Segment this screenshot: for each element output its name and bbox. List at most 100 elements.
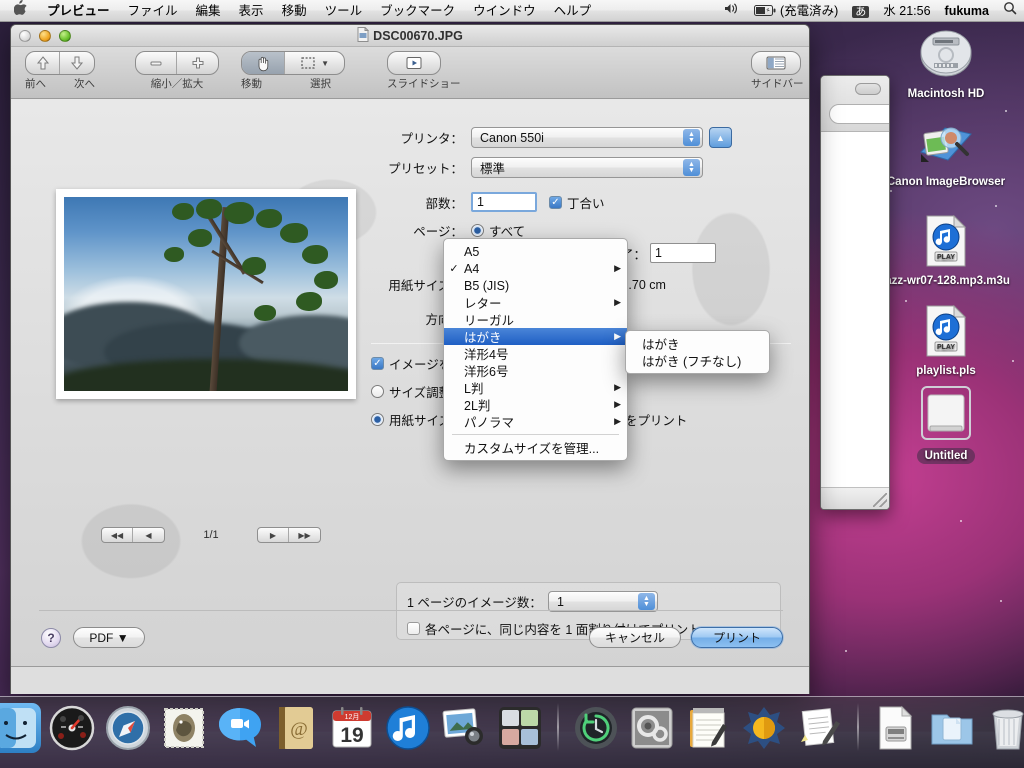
dock-item-spaces[interactable] [495,703,545,753]
apple-menu[interactable] [0,0,38,22]
desktop-icon-jazz-playlist[interactable]: PLAY jazz-wr07-128.mp3.m3u [882,215,1010,288]
nav-next-last[interactable]: ▶ ▶▶ [257,527,321,543]
menu-item-b5-jis[interactable]: B5 (JIS) [444,277,627,294]
desktop-icon-macintosh-hd[interactable]: Macintosh HD [882,30,1010,101]
background-finder-window[interactable] [820,75,890,510]
dock-item-mail[interactable] [159,703,209,753]
dock-item-safari[interactable] [103,703,153,753]
minimize-button[interactable] [39,30,51,42]
battery-icon[interactable]: (充電済み) [747,0,845,22]
menu-item-a4[interactable]: ✓ A4 ▶ [444,260,627,277]
menu-item-a5[interactable]: A5 [444,243,627,260]
dock-item-ichat[interactable] [215,703,265,753]
arrow-down-icon[interactable] [60,52,94,74]
input-method-indicator[interactable]: あ [845,0,876,22]
toolbar-toggle-button[interactable] [855,83,881,95]
desktop-icon-playlist-pls[interactable]: PLAY playlist.pls [882,305,1010,378]
pages-to-input[interactable]: 1 [650,243,716,263]
play-icon[interactable] [388,52,440,74]
menu-item-yogata4[interactable]: 洋形4号 [444,345,627,362]
search-input[interactable] [829,104,890,124]
submenu-item-hagaki-borderless[interactable]: はがき (フチなし) [626,352,769,369]
plus-icon[interactable] [177,52,218,74]
menu-item-manage-custom-sizes[interactable]: カスタムサイズを管理... [444,439,627,456]
menu-tools[interactable]: ツール [316,0,372,22]
previous-page-button[interactable]: ◀ [133,528,164,542]
menu-go[interactable]: 移動 [273,0,316,22]
collate-checkbox[interactable]: ✓ 丁合い [549,193,605,212]
volume-icon[interactable] [717,0,747,22]
preview-page-nav[interactable]: ◀◀ ◀ 1/1 ▶ ▶▶ [101,527,321,543]
arrow-up-icon[interactable] [26,52,60,74]
menu-edit[interactable]: 編集 [187,0,230,22]
toolbar-sidebar[interactable]: サイドバー [751,51,804,91]
dock-item-finder[interactable] [0,703,41,753]
menu-item-legal[interactable]: リーガル [444,311,627,328]
dock-item-system-preferences[interactable] [627,703,677,753]
menu-help[interactable]: ヘルプ [545,0,601,22]
paper-size-menu[interactable]: A5 ✓ A4 ▶ B5 (JIS) レター ▶ リーガル はがき ▶ 洋形4号… [443,238,628,461]
dock-item-dashboard[interactable] [47,703,97,753]
dock-item-time-machine[interactable] [571,703,621,753]
zoom-button[interactable] [59,30,71,42]
toolbar-tools[interactable]: ▼ 移動 選択 [241,51,345,91]
menu-item-yogata6[interactable]: 洋形6号 [444,362,627,379]
preset-select[interactable]: 標準 ▲▼ [471,157,703,178]
collapse-sheet-button[interactable]: ▲ [709,127,732,148]
dock-item-iphoto[interactable] [439,703,489,753]
menu-view[interactable]: 表示 [230,0,273,22]
toolbar-slideshow[interactable]: スライドショー [387,51,461,91]
next-page-button[interactable]: ▶ [258,528,289,542]
dock-item-address-book[interactable]: @ [271,703,321,753]
dock-item-documents-stack[interactable] [871,703,921,753]
submenu-item-hagaki[interactable]: はがき [626,335,769,352]
paper-size-submenu[interactable]: はがき はがき (フチなし) [625,330,770,374]
menu-preview[interactable]: プレビュー [38,0,119,22]
submenu-arrow-icon: ▶ [614,399,621,410]
spotlight-search-icon[interactable] [996,0,1024,22]
menu-file[interactable]: ファイル [119,0,187,22]
last-page-button[interactable]: ▶▶ [289,528,320,542]
desktop-icon-untitled-volume[interactable]: Untitled [882,385,1010,464]
toolbar-zoom[interactable]: 縮小／拡大 [135,51,219,91]
clock[interactable]: 水 21:56 [876,0,937,22]
submenu-arrow-icon: ▶ [614,331,621,342]
menu-item-2l-ban[interactable]: 2L判 ▶ [444,396,627,413]
first-page-button[interactable]: ◀◀ [102,528,133,542]
copies-input[interactable]: 1 [471,192,537,212]
pdf-button[interactable]: PDF ▼ [73,627,145,648]
toolbar-back-forward[interactable]: 前へ 次へ [25,51,95,91]
dock-item-preview[interactable] [739,703,789,753]
menu-item-l-ban[interactable]: L判 ▶ [444,379,627,396]
desktop-icon-canon-imagebrowser[interactable]: Canon ImageBrowser [882,118,1010,189]
dock-item-ical[interactable]: 12月 19 [327,703,377,753]
hand-icon[interactable] [242,52,285,74]
cancel-button[interactable]: キャンセル [589,627,681,648]
dock-item-textedit[interactable] [795,703,845,753]
menu-bookmarks[interactable]: ブックマーク [371,0,464,22]
dock-item-notes[interactable] [683,703,733,753]
user-menu[interactable]: fukuma [938,0,996,22]
scale-adjust-radio[interactable]: サイズ調整 [371,382,451,401]
dock-item-trash[interactable] [983,703,1024,753]
checkbox-checked-icon: ✓ [371,357,384,370]
minus-icon[interactable] [136,52,177,74]
dock-item-itunes[interactable] [383,703,433,753]
images-per-page-select[interactable]: 1 ▲▼ [548,591,658,612]
marquee-icon[interactable]: ▼ [285,52,344,74]
preview-titlebar[interactable]: DSC00670.JPG [11,25,809,47]
print-button[interactable]: プリント [691,627,783,648]
close-button[interactable] [19,30,31,42]
sidebar-icon[interactable] [752,52,800,74]
menu-item-hagaki[interactable]: はがき ▶ [444,328,627,345]
menu-window[interactable]: ウインドウ [464,0,545,22]
chevron-down-icon[interactable]: ▼ [321,59,329,68]
dock-item-downloads-folder[interactable] [927,703,977,753]
menu-item-letter[interactable]: レター ▶ [444,294,627,311]
resize-grip[interactable] [873,493,887,507]
help-button[interactable]: ? [41,628,61,648]
scale-image-checkbox[interactable]: ✓ イメージを [371,354,451,373]
menu-item-panorama[interactable]: パノラマ ▶ [444,413,627,430]
printer-select[interactable]: Canon 550i ▲▼ [471,127,703,148]
nav-first-prev[interactable]: ◀◀ ◀ [101,527,165,543]
